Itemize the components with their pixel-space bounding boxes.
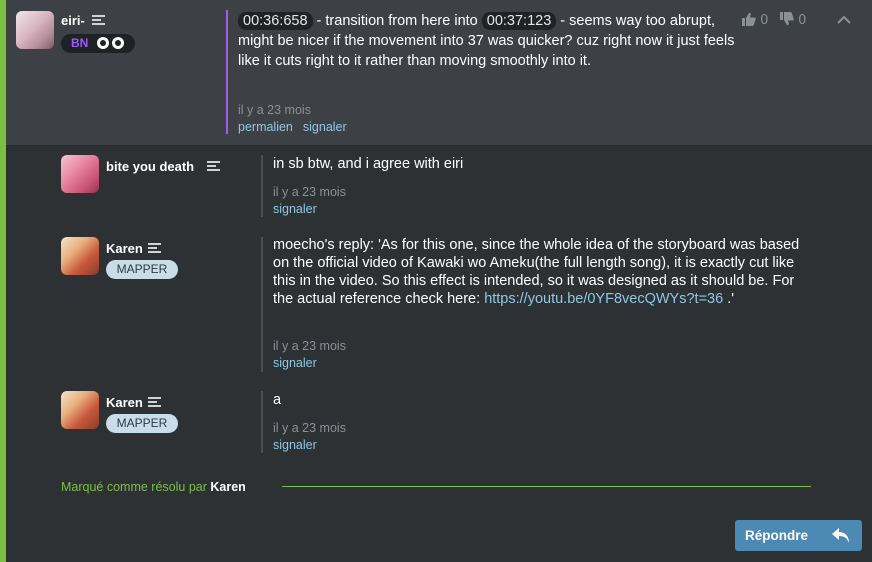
- reply-message: a: [273, 392, 282, 408]
- reply-time: il y a 23 mois: [273, 421, 346, 435]
- avatar[interactable]: [61, 391, 99, 429]
- thumbs-up-icon: [742, 12, 756, 26]
- timestamp-link[interactable]: 00:37:123: [481, 12, 557, 30]
- avatar[interactable]: [16, 11, 54, 49]
- downvote-button[interactable]: 0: [779, 12, 806, 28]
- upvote-button[interactable]: 0: [741, 12, 768, 28]
- message-text: - transition from here into: [312, 13, 482, 29]
- reply-border: [261, 391, 263, 453]
- avatar[interactable]: [61, 237, 99, 275]
- post-border: [226, 10, 228, 134]
- post-message: 00:36:658 - transition from here into 00…: [238, 11, 736, 71]
- reply-message: moecho's reply: 'As for this one, since …: [273, 236, 813, 308]
- reply-button[interactable]: Répondre: [735, 520, 862, 551]
- report-link[interactable]: signaler: [273, 202, 317, 216]
- post-time: il y a 23 mois: [238, 103, 311, 117]
- list-icon[interactable]: [207, 161, 220, 172]
- youtube-link[interactable]: https://youtu.be/0YF8vecQWYs?t=36: [484, 291, 723, 307]
- upvote-count: 0: [760, 13, 769, 28]
- reply-time: il y a 23 mois: [273, 339, 346, 353]
- thumbs-down-icon: [780, 12, 794, 26]
- list-icon[interactable]: [148, 397, 161, 408]
- username[interactable]: bite you death: [106, 159, 194, 174]
- list-icon[interactable]: [92, 15, 105, 26]
- post-actions: permalien signaler: [238, 120, 347, 134]
- reply-border: [261, 237, 263, 372]
- resolved-by-user[interactable]: Karen: [210, 480, 245, 494]
- mode-icon: [97, 37, 109, 49]
- resolved-divider: [282, 486, 811, 487]
- permalink-link[interactable]: permalien: [238, 120, 293, 134]
- reply-arrow-icon: [832, 528, 849, 543]
- reply-time: il y a 23 mois: [273, 185, 346, 199]
- resolved-status: Marqué comme résolu par Karen: [61, 480, 246, 494]
- downvote-count: 0: [798, 13, 807, 28]
- report-link[interactable]: signaler: [273, 356, 317, 370]
- timestamp-link[interactable]: 00:36:658: [238, 12, 313, 30]
- message-text: .': [723, 291, 734, 307]
- username[interactable]: Karen: [106, 395, 143, 410]
- reply-button-label: Répondre: [745, 528, 809, 543]
- chevron-up-icon[interactable]: [837, 15, 851, 25]
- report-link[interactable]: signaler: [303, 120, 347, 134]
- reply-message: in sb btw, and i agree with eiri: [273, 156, 464, 172]
- avatar[interactable]: [61, 155, 99, 193]
- mapper-badge: MAPPER: [106, 414, 178, 433]
- resolved-label: Marqué comme résolu par: [61, 480, 211, 494]
- list-icon[interactable]: [148, 243, 161, 254]
- mode-icon: [112, 37, 124, 49]
- report-link[interactable]: signaler: [273, 438, 317, 452]
- username[interactable]: Karen: [106, 241, 143, 256]
- username[interactable]: eiri-: [61, 13, 85, 28]
- mapper-badge: MAPPER: [106, 260, 178, 279]
- group-badge-label: BN: [71, 36, 89, 50]
- group-badge: BN: [61, 34, 135, 53]
- reply-border: [261, 155, 263, 217]
